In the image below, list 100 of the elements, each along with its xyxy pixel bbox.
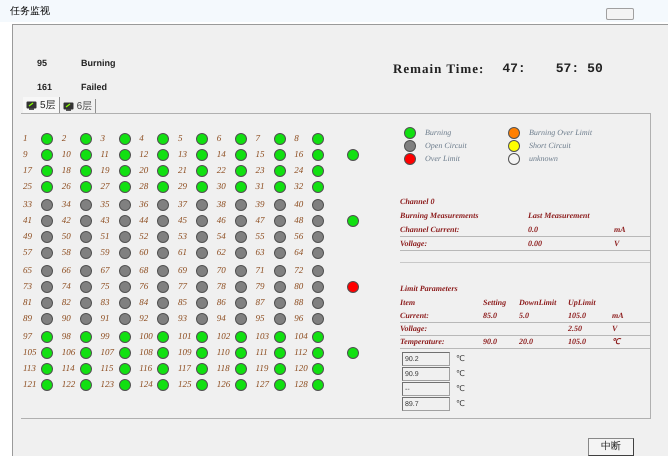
channel-number: 2 (62, 132, 68, 146)
channel-number: 62 (216, 246, 227, 260)
channel-number: 49 (23, 230, 33, 244)
row-label: Vollage: (400, 238, 428, 250)
column-header: Item (400, 297, 416, 309)
remain-seconds: 50 (587, 60, 603, 78)
channel-number: 40 (294, 198, 304, 212)
channel-number: 57 (23, 246, 34, 260)
table-cell-text: 2.50 (568, 323, 583, 335)
table-cell-text: 105.0 (568, 336, 587, 348)
channel-number: 41 (23, 214, 33, 228)
channel-number: 95 (256, 312, 266, 326)
table-cell-text: 85.0 (483, 310, 498, 322)
remain-minutes: 57: (556, 60, 580, 78)
legend-label: unknown (529, 153, 558, 165)
channel-number: 116 (139, 362, 154, 376)
channel-number: 20 (139, 164, 150, 178)
row-label: Channel Current: (400, 224, 460, 236)
table-cell-text: 90.0 (483, 336, 498, 348)
unit-label: ℃ (456, 353, 465, 365)
channel-number: 115 (100, 362, 114, 376)
window-title: 任务监视 (10, 4, 50, 18)
table-cell-text: 0.0 (528, 224, 539, 236)
channel-number: 98 (62, 330, 72, 344)
channel-number: 68 (139, 264, 150, 278)
channel-number: 42 (62, 214, 72, 228)
channel-number: 47 (256, 214, 266, 228)
channel-number: 102 (216, 330, 232, 344)
channel-number: 112 (294, 346, 308, 360)
channel-number: 83 (100, 296, 110, 310)
channel-number: 58 (62, 246, 72, 260)
channel-number: 88 (294, 296, 304, 310)
channel-number: 81 (23, 296, 33, 310)
channel-number: 28 (139, 180, 150, 194)
limits-title: Limit Parameters (400, 283, 459, 295)
channel-number: 29 (178, 180, 188, 194)
legend-label: Over Limit (425, 153, 460, 165)
column-header: Last Measurement (528, 210, 590, 222)
channel-number: 65 (23, 264, 33, 278)
channel-number: 99 (100, 330, 110, 344)
channel-number: 44 (139, 214, 150, 228)
channel-number: 125 (178, 378, 192, 392)
channel-number: 12 (139, 148, 150, 162)
channel-number: 18 (62, 164, 72, 178)
channel-number: 53 (178, 230, 188, 244)
channel-number: 123 (100, 378, 115, 392)
channel-number: 32 (294, 180, 304, 194)
channel-number: 3 (100, 132, 106, 146)
channel-number: 36 (139, 198, 150, 212)
tab[interactable]: 6层 (60, 99, 96, 113)
channel-number: 38 (216, 198, 227, 212)
channel-number: 94 (216, 312, 227, 326)
channel-number: 126 (216, 378, 232, 392)
channel-number: 30 (216, 180, 227, 194)
channel-number: 97 (23, 330, 34, 344)
channel-number: 54 (216, 230, 227, 244)
channel-number: 17 (23, 164, 34, 178)
channel-number: 66 (62, 264, 72, 278)
channel-number: 128 (294, 378, 309, 392)
channel-number: 23 (256, 164, 266, 178)
channel-number: 111 (256, 346, 269, 360)
channel-number: 77 (178, 280, 188, 294)
channel-number: 59 (100, 246, 110, 260)
channel-number: 89 (23, 312, 33, 326)
legend-label: Burning Over Limit (529, 127, 592, 139)
channel-number: 124 (139, 378, 154, 392)
unit-label: ℃ (456, 383, 465, 395)
channel-number: 7 (256, 132, 262, 146)
tab[interactable]: 5层 (23, 97, 60, 113)
table-cell-text: 105.0 (568, 310, 587, 322)
close-button[interactable] (606, 8, 634, 20)
channel-number: 96 (294, 312, 304, 326)
channel-number: 27 (100, 180, 111, 194)
channel-number: 118 (216, 362, 231, 376)
channel-number: 10 (62, 148, 72, 162)
channel-number: 73 (23, 280, 33, 294)
unit-label: V (612, 323, 618, 335)
channel-number: 69 (178, 264, 188, 278)
channel-number: 114 (62, 362, 76, 376)
channel-number: 109 (178, 346, 192, 360)
channel-number: 56 (294, 230, 304, 244)
channel-number: 61 (178, 246, 188, 260)
channel-number: 33 (23, 198, 33, 212)
channel-number: 127 (256, 378, 270, 392)
channel-number: 21 (178, 164, 188, 178)
channel-number: 117 (178, 362, 192, 376)
channel-number: 31 (256, 180, 266, 194)
channel-number: 101 (178, 330, 192, 344)
channel-number: 4 (139, 132, 145, 146)
channel-number: 122 (62, 378, 76, 392)
channel-number: 1 (23, 132, 28, 146)
channel-number: 120 (294, 362, 309, 376)
channel-number: 22 (216, 164, 227, 178)
interrupt-button[interactable]: 中断 (588, 438, 634, 456)
unit-label: ℃ (456, 398, 465, 410)
channel-number: 70 (216, 264, 227, 278)
channel-number: 48 (294, 214, 304, 228)
channel-number: 74 (62, 280, 72, 294)
channel-number: 64 (294, 246, 304, 260)
channel-number: 11 (100, 148, 110, 162)
